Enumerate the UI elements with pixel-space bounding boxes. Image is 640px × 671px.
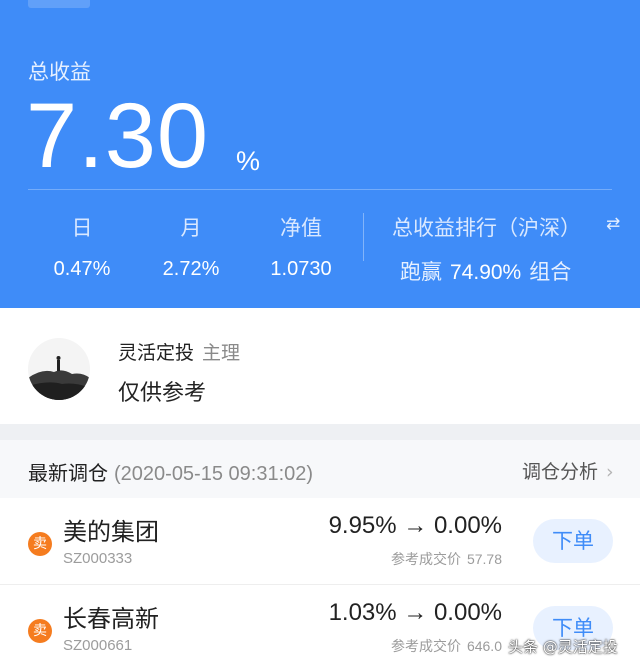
rebalance-analysis-link[interactable]: 调仓分析 › [522, 457, 614, 484]
mountain-silhouette-avatar [28, 338, 90, 400]
ranking-summary: 跑赢 74.90% 组合 [400, 256, 571, 286]
reference-price-label: 参考成交价 [390, 552, 461, 568]
reference-price-label: 参考成交价 [390, 639, 461, 655]
rebalance-title: 最新调仓 [28, 461, 108, 485]
sell-badge: 卖 [28, 532, 52, 556]
total-return-value: 7.30 [26, 85, 210, 187]
avatar[interactable] [28, 338, 90, 400]
header-divider [28, 189, 612, 190]
monthly-return-value: 2.72% [162, 258, 220, 280]
stock-name[interactable]: 美的集团 [63, 512, 159, 547]
sell-badge: 卖 [28, 619, 52, 643]
net-value-value: 1.0730 [270, 258, 332, 280]
ranking-value: 74.90% [450, 261, 522, 284]
summary-header: 总收益 7.30 % 日 0.47% 月 2.72% 净值 1.0730 总收益… [0, 0, 640, 308]
owner-description: 仅供参考 [118, 381, 207, 406]
ranking-suffix: 组合 [529, 260, 572, 284]
daily-return-label: 日 [71, 216, 93, 240]
reference-price-value: 57.78 [466, 551, 502, 567]
owner-card[interactable]: 灵活定投 主理 仅供参考 [0, 308, 640, 424]
stock-name[interactable]: 长春高新 [63, 599, 159, 634]
total-return-unit: % [236, 146, 261, 176]
rebalance-row[interactable]: 卖 美的集团 SZ000333 9.95% → 0.00% 参考成交价 57.78… [0, 498, 640, 585]
watermark: 头条 @灵活定投 [508, 638, 618, 656]
owner-role: 主理 [202, 342, 241, 364]
stock-code: SZ000661 [63, 637, 133, 654]
swap-arrows-icon[interactable]: ⇄ [606, 214, 620, 234]
stock-code: SZ000333 [63, 550, 133, 567]
daily-return-value: 0.47% [53, 258, 111, 280]
rebalance-header: 最新调仓 (2020-05-15 09:31:02) 调仓分析 › [0, 440, 640, 499]
reference-price-value: 646.0 [466, 638, 502, 654]
weight-change: 1.03% → 0.00% [328, 599, 502, 626]
monthly-return-label: 月 [180, 216, 202, 240]
place-order-button[interactable]: 下单 [533, 519, 613, 563]
stats-divider [363, 213, 364, 261]
ranking-title[interactable]: 总收益排行（沪深） [392, 212, 581, 242]
reference-price: 参考成交价 646.0 [391, 636, 502, 656]
weight-change: 9.95% → 0.00% [328, 512, 502, 539]
top-tab-indicator [28, 0, 90, 8]
rebalance-analysis-label[interactable]: 调仓分析 [522, 461, 598, 483]
owner-name-line: 灵活定投 主理 [118, 338, 240, 365]
ranking-prefix: 跑赢 [400, 260, 442, 284]
owner-name[interactable]: 灵活定投 [118, 342, 194, 364]
rebalance-row[interactable]: 卖 长春高新 SZ000661 1.03% → 0.00% 参考成交价 646.0… [0, 585, 640, 671]
total-return-label: 总收益 [28, 60, 91, 84]
rebalance-time: (2020-05-15 09:31:02) [114, 463, 314, 485]
rebalance-title-line: 最新调仓 (2020-05-15 09:31:02) [28, 457, 313, 486]
reference-price: 参考成交价 57.78 [391, 549, 502, 569]
net-value-label: 净值 [280, 216, 322, 240]
chevron-right-icon[interactable]: › [606, 461, 614, 483]
